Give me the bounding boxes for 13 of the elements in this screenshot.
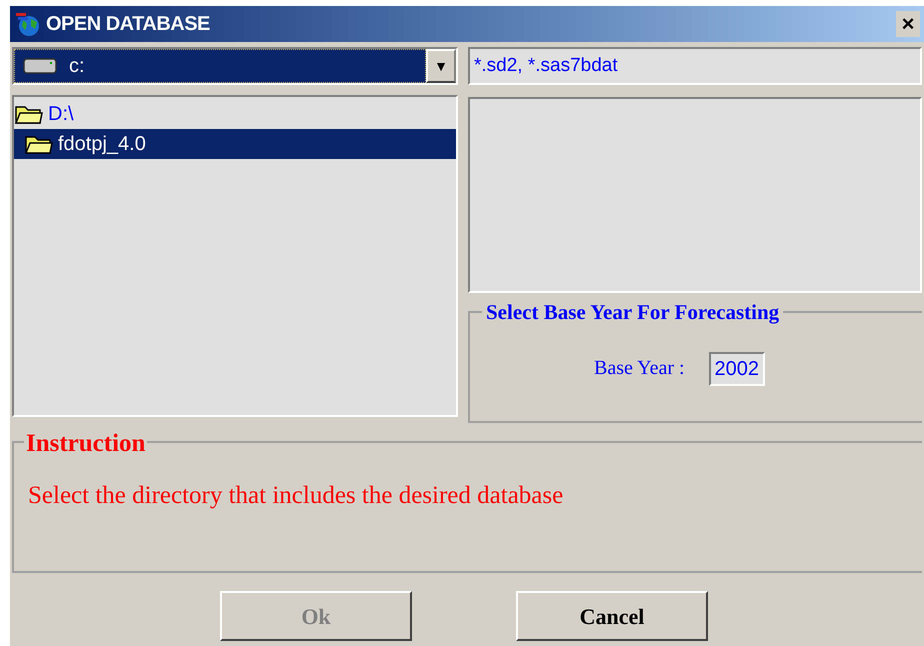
directory-item[interactable]: fdotpj_4.0 <box>58 129 146 159</box>
window-title: OPEN DATABASE <box>46 12 210 37</box>
instruction-text: Select the directory that includes the desired database <box>28 482 564 509</box>
base-year-field[interactable]: 2002 <box>708 352 766 386</box>
directory-item[interactable]: D:\ <box>48 99 74 129</box>
dialog-button[interactable]: Cancel <box>516 591 708 641</box>
base-year-label: Base Year : <box>594 356 685 381</box>
drive-select[interactable]: c: ▼ <box>12 47 458 85</box>
filter-field[interactable]: *.sd2, *.sas7bdat <box>468 47 922 85</box>
drive-icon <box>23 57 57 75</box>
close-button[interactable]: × <box>896 11 920 37</box>
globe-icon <box>14 11 42 37</box>
drive-value: c: <box>69 54 85 79</box>
